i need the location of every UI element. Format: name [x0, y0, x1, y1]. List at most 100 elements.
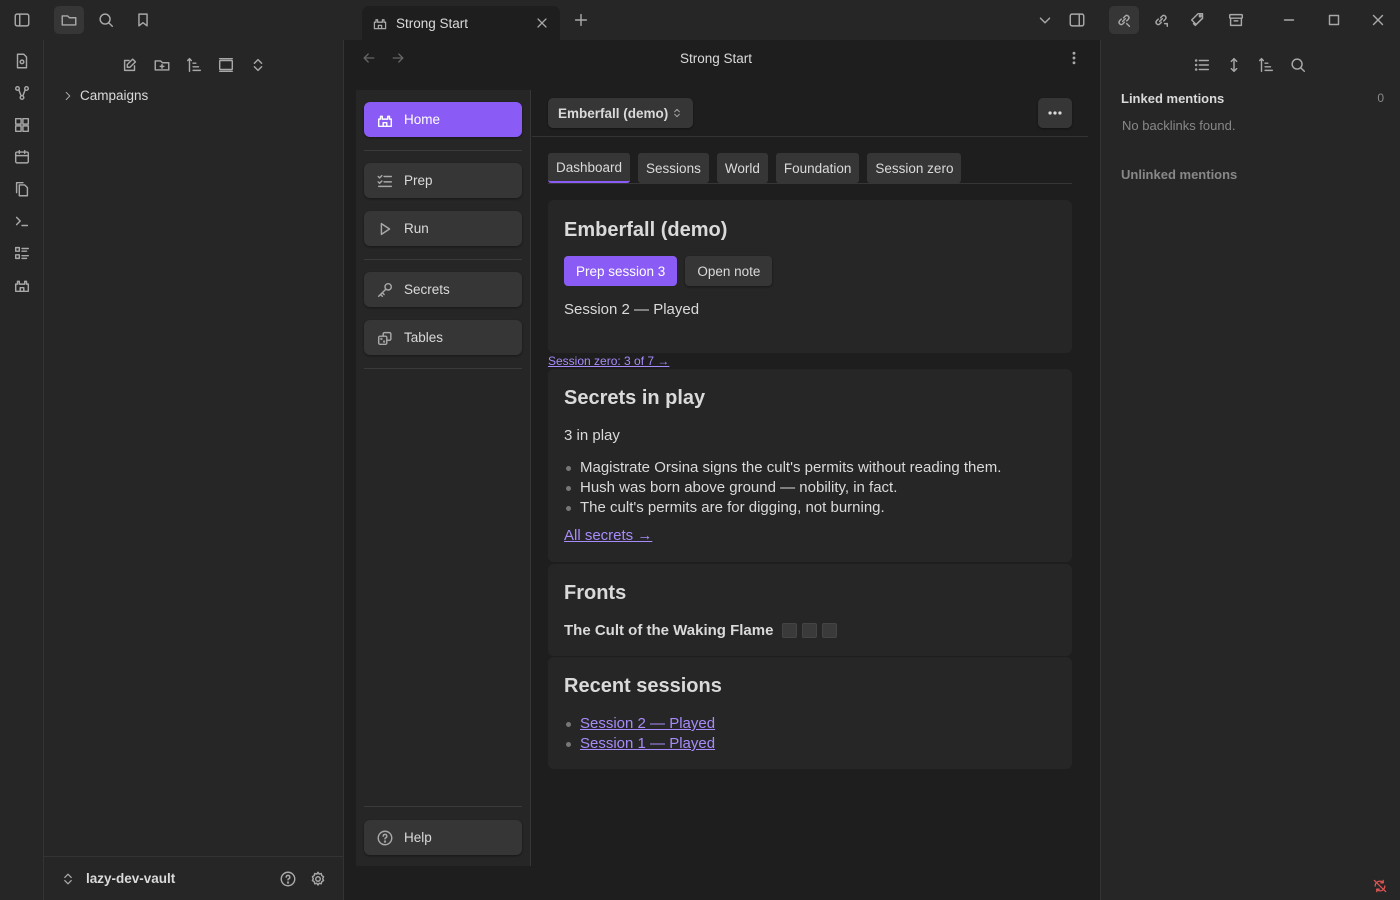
- open-note-button[interactable]: Open note: [685, 256, 773, 286]
- search-view-button[interactable]: [91, 6, 121, 34]
- tab-sessions[interactable]: Sessions: [638, 153, 709, 183]
- nav-label: Home: [404, 112, 441, 127]
- tab-list-button[interactable]: [1030, 6, 1060, 34]
- folder-icon: [61, 15, 77, 26]
- chevrons-up-down-icon: [674, 108, 680, 118]
- help-icon: [377, 830, 393, 845]
- prep-session-button[interactable]: Prep session 3: [564, 256, 678, 286]
- session-1-link[interactable]: Session 1 — Played: [580, 735, 715, 752]
- ribbon-terminal-button[interactable]: [12, 211, 32, 231]
- chevrons-up-down-icon: [253, 58, 263, 72]
- campaign-select[interactable]: Emberfall (demo): [548, 98, 693, 128]
- auto-reveal-button[interactable]: [213, 52, 239, 78]
- view-options-button[interactable]: [1066, 50, 1082, 66]
- layout-grid-icon: [14, 117, 30, 133]
- tabs-underline: [548, 183, 1072, 184]
- all-secrets-link[interactable]: All secrets →: [564, 527, 1056, 544]
- file-icon: [16, 53, 28, 69]
- clock-segment[interactable]: [822, 623, 838, 638]
- sync-status-button[interactable]: [1372, 878, 1388, 894]
- ribbon-calendar-button[interactable]: [12, 147, 32, 167]
- linked-mentions-title[interactable]: Linked mentions: [1121, 91, 1224, 106]
- ribbon-graph-button[interactable]: [12, 83, 32, 103]
- file-explorer: Campaigns lazy-dev-vault: [44, 40, 344, 900]
- campaign-nav: Home Prep Run Secrets Tables Help: [356, 90, 531, 866]
- graph-icon: [14, 85, 30, 101]
- title-bar: Strong Start: [0, 0, 1400, 40]
- files-view-button[interactable]: [54, 6, 84, 34]
- bookmarks-view-button[interactable]: [128, 6, 158, 34]
- sort-icon: [186, 57, 202, 73]
- ribbon: [0, 40, 44, 900]
- close-icon: [1372, 14, 1384, 26]
- ribbon-canvas-button[interactable]: [12, 115, 32, 135]
- show-more-context-button[interactable]: [1221, 52, 1247, 78]
- sync-off-icon: [1373, 879, 1387, 893]
- clock-segment[interactable]: [782, 623, 798, 638]
- fronts-card: Fronts The Cult of the Waking Flame: [548, 564, 1072, 656]
- session-status: Session 2 — Played: [564, 301, 700, 318]
- ribbon-list-button[interactable]: [12, 243, 32, 263]
- gear-icon[interactable]: [309, 870, 327, 888]
- outgoing-link-icon: [1155, 14, 1169, 28]
- session-2-link[interactable]: Session 2 — Played: [580, 715, 715, 732]
- help-icon[interactable]: [279, 870, 297, 888]
- sort-icon: [1258, 57, 1274, 73]
- nav-run-button[interactable]: Run: [364, 211, 522, 246]
- dashboard-tabs: Dashboard Sessions World Foundation Sess…: [548, 153, 962, 184]
- nav-label: Run: [404, 221, 429, 236]
- sidebar-left-icon: [14, 13, 30, 27]
- sort-button[interactable]: [181, 52, 207, 78]
- close-window-button[interactable]: [1363, 6, 1393, 34]
- ribbon-campaign-button[interactable]: [12, 275, 32, 295]
- chevrons-up-down-icon[interactable]: [60, 871, 76, 887]
- nav-home-button[interactable]: Home: [364, 102, 522, 137]
- backlinks-sort-button[interactable]: [1253, 52, 1279, 78]
- sidebar-right-icon: [1069, 13, 1085, 27]
- nav-prep-button[interactable]: Prep: [364, 163, 522, 198]
- recent-sessions-card: Recent sessions Session 2 — Played Sessi…: [548, 657, 1072, 769]
- castle-icon: [373, 19, 387, 30]
- campaign-select-value: Emberfall (demo): [558, 105, 669, 121]
- view-title: Strong Start: [679, 51, 753, 66]
- maximize-window-button[interactable]: [1319, 6, 1349, 34]
- close-icon[interactable]: [534, 15, 550, 31]
- list-item: The cult's permits are for digging, not …: [564, 498, 1056, 518]
- folder-campaigns[interactable]: Campaigns: [62, 88, 148, 103]
- vault-name[interactable]: lazy-dev-vault: [86, 871, 279, 886]
- castle-icon: [14, 280, 30, 293]
- chevron-down-icon: [1039, 17, 1051, 24]
- new-tab-button[interactable]: [566, 6, 596, 34]
- unlinked-mentions-title[interactable]: Unlinked mentions: [1121, 167, 1237, 182]
- collapse-results-button[interactable]: [1189, 52, 1215, 78]
- minimize-window-button[interactable]: [1274, 6, 1304, 34]
- castle-icon: [377, 115, 393, 127]
- new-folder-button[interactable]: [149, 52, 175, 78]
- dashboard-content: Emberfall (demo) Dashboard Sessions Worl…: [532, 90, 1088, 866]
- toggle-left-sidebar-button[interactable]: [7, 6, 37, 34]
- ribbon-templates-button[interactable]: [12, 179, 32, 199]
- more-options-button[interactable]: [1038, 98, 1072, 128]
- backlinks-search-button[interactable]: [1285, 52, 1311, 78]
- tab-world[interactable]: World: [716, 153, 768, 183]
- front-row: The Cult of the Waking Flame: [564, 622, 1056, 639]
- tab-foundation[interactable]: Foundation: [775, 153, 860, 183]
- new-note-button[interactable]: [117, 52, 143, 78]
- tab-strong-start[interactable]: Strong Start: [362, 6, 560, 40]
- session-zero-link[interactable]: Session zero: 3 of 7 →: [548, 354, 669, 368]
- nav-secrets-button[interactable]: Secrets: [364, 272, 522, 307]
- view-header: Strong Start: [344, 40, 1100, 78]
- outgoing-links-view-button[interactable]: [1146, 6, 1176, 34]
- ribbon-open-note-button[interactable]: [12, 51, 32, 71]
- tab-dashboard[interactable]: Dashboard: [548, 153, 631, 183]
- archive-view-button[interactable]: [1221, 6, 1251, 34]
- clock-segment[interactable]: [802, 623, 818, 638]
- nav-help-button[interactable]: Help: [364, 820, 522, 855]
- backlinks-view-button[interactable]: [1109, 6, 1139, 34]
- tab-session-zero[interactable]: Session zero: [867, 153, 962, 183]
- nav-tables-button[interactable]: Tables: [364, 320, 522, 355]
- toggle-right-sidebar-button[interactable]: [1062, 6, 1092, 34]
- tags-view-button[interactable]: [1183, 6, 1213, 34]
- collapse-all-button[interactable]: [245, 52, 271, 78]
- nav-divider: [364, 259, 522, 260]
